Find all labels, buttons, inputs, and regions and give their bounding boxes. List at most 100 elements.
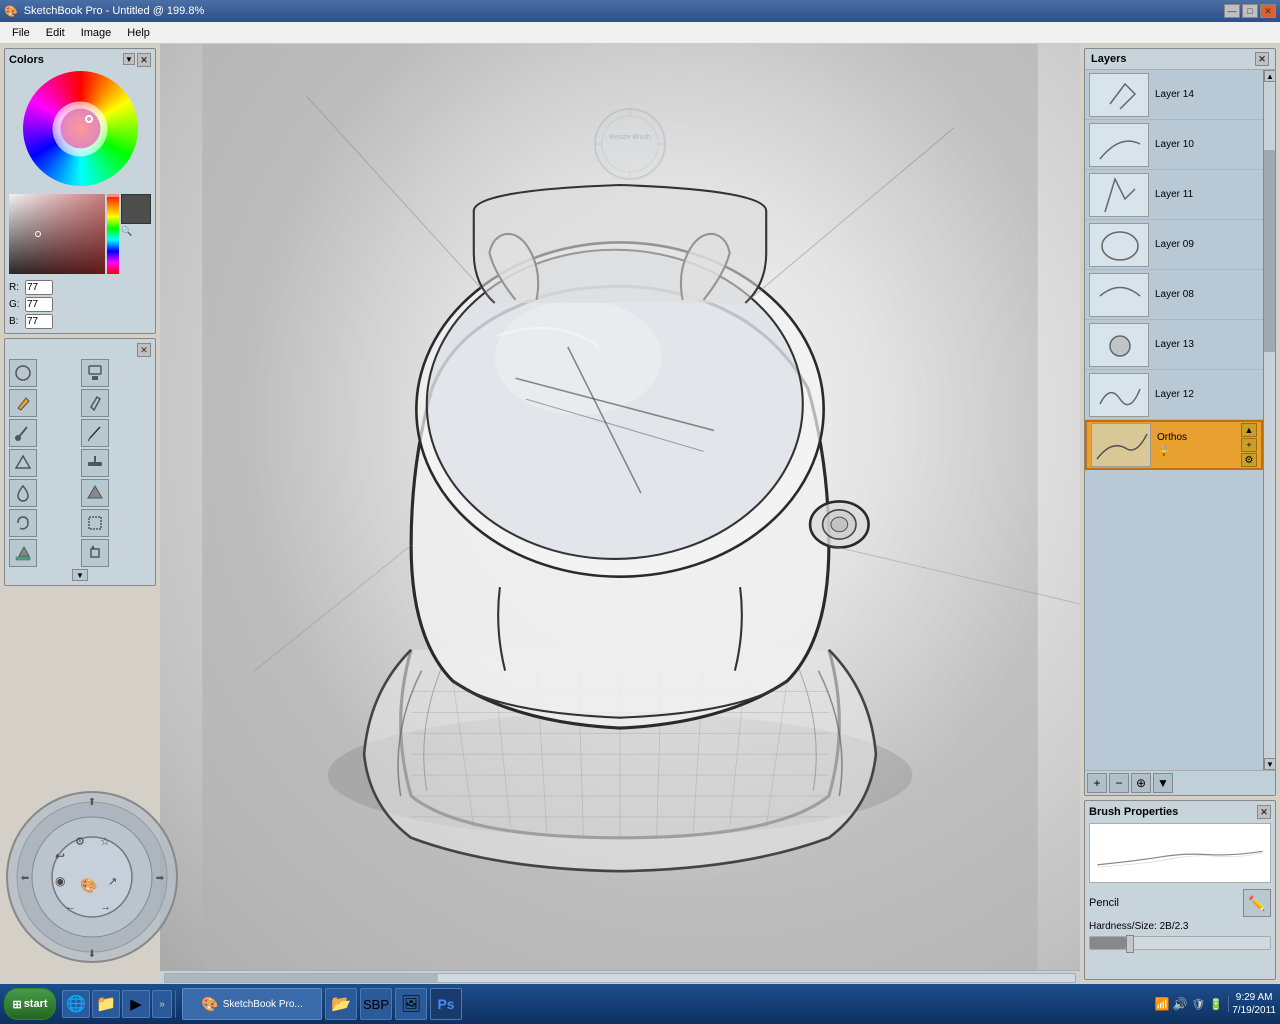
layer-item-10[interactable]: Layer 10 [1085,120,1263,170]
navigation-wheel[interactable]: ⬆ ➡ ⬇ ⬅ ↩ ⚙ ☆ ◉ 🎨 ↗ ← → [0,785,185,970]
horizontal-scrollbar[interactable] [160,970,1080,984]
canvas-area[interactable]: Resize Brush [160,44,1080,984]
tray-security-icon: 🛡 [1190,996,1206,1012]
scroll-track-h[interactable] [164,973,1076,983]
taskbar-photos-button[interactable]: 🖼 [395,988,427,1020]
taskbar-media-icon[interactable]: ▶ [122,990,150,1018]
brush-slider-handle[interactable] [1126,935,1134,953]
scroll-up-button[interactable]: ▲ [1264,70,1275,82]
layer-up-button[interactable]: ▲ [1241,423,1257,437]
layer-thumb-13 [1089,323,1149,367]
layer-item-orthos[interactable]: Orthos 🔒 ▲ + ⚙ [1085,420,1263,470]
taskbar-explorer-button[interactable]: 📂 [325,988,357,1020]
window-title: SketchBook Pro - Untitled @ 199.8% [24,5,205,17]
menu-file[interactable]: File [4,25,38,41]
layer-item-13[interactable]: Layer 13 [1085,320,1263,370]
brush-icon[interactable]: ✏️ [1243,889,1271,917]
tool-ellipse-select[interactable] [9,359,37,387]
colors-close-button[interactable]: ✕ [137,53,151,67]
app-icon: 🎨 [4,5,18,18]
tool-lasso[interactable] [9,509,37,537]
taskbar-ie-icon[interactable]: 🌐 [62,990,90,1018]
brush-size-slider[interactable] [1089,936,1271,950]
layers-title: Layers [1091,53,1126,65]
tools-panel: ✕ [4,338,156,586]
svg-text:←: ← [65,901,76,913]
layers-scrollbar[interactable]: ▲ ▼ [1263,70,1275,770]
g-input[interactable] [25,297,53,312]
tool-pencil[interactable] [9,389,37,417]
layers-panel: Layers ✕ Layer 14 [1084,48,1276,796]
shade-selector: 🔍 [9,190,151,274]
brush-name-label: Pencil [1089,897,1119,909]
menu-image[interactable]: Image [73,25,120,41]
scroll-track[interactable] [1264,82,1275,758]
svg-text:⬅: ⬅ [21,873,29,884]
taskbar-ps-button[interactable]: Ps [430,988,462,1020]
r-input[interactable] [25,280,53,295]
tool-ink-brush[interactable] [81,419,109,447]
b-input[interactable] [25,314,53,329]
tool-fill[interactable] [9,539,37,567]
layer-merge-button[interactable]: ⊕ [1131,773,1151,793]
tool-wide-brush[interactable] [81,449,109,477]
start-label: start [24,998,48,1010]
menu-help[interactable]: Help [119,25,158,41]
layer-down-button[interactable]: + [1241,438,1257,452]
tool-marker[interactable] [81,389,109,417]
layer-name-orthos: Orthos [1157,432,1187,443]
colors-title: Colors [9,54,44,66]
taskbar-sketchbook-button[interactable]: 🎨 SketchBook Pro... [182,988,322,1020]
hue-bar[interactable] [107,194,119,274]
tools-scroll-down[interactable]: ▼ [72,569,88,581]
svg-text:⬇: ⬇ [88,949,96,960]
maximize-button[interactable]: □ [1242,4,1258,18]
layers-close-button[interactable]: ✕ [1255,52,1269,66]
tool-transform[interactable] [81,539,109,567]
start-icon: ⊞ [12,998,21,1011]
scroll-down-button[interactable]: ▼ [1264,758,1275,770]
system-clock: 9:29 AM 7/19/2011 [1232,991,1276,1017]
layers-footer: + − ⊕ ▼ [1085,770,1275,795]
layer-item-09[interactable]: Layer 09 [1085,220,1263,270]
taskbar-sbp-button[interactable]: SBP [360,988,392,1020]
tools-close-button[interactable]: ✕ [137,343,151,357]
sketch-drawing[interactable] [160,44,1080,984]
tool-smudge[interactable] [81,479,109,507]
layer-name-13: Layer 13 [1155,339,1194,350]
layer-item-12[interactable]: Layer 12 [1085,370,1263,420]
color-wheel[interactable] [23,71,138,186]
layer-item-14[interactable]: Layer 14 [1085,70,1263,120]
layer-settings-button[interactable]: ⚙ [1241,453,1257,467]
layer-item-08[interactable]: Layer 08 [1085,270,1263,320]
colors-panel: Colors ▼ ✕ [4,48,156,334]
sketchbook-taskbar-label: SketchBook Pro... [223,999,303,1010]
clock-date: 7/19/2011 [1232,1004,1276,1017]
colors-collapse-button[interactable]: ▼ [123,53,135,65]
tool-stamp[interactable] [81,359,109,387]
tool-rect-select[interactable] [81,509,109,537]
layer-name-08: Layer 08 [1155,289,1194,300]
layer-name-09: Layer 09 [1155,239,1194,250]
rgb-sliders: R: G: B: [9,280,151,329]
minimize-button[interactable]: — [1224,4,1240,18]
close-button[interactable]: ✕ [1260,4,1276,18]
brush-close-button[interactable]: ✕ [1257,805,1271,819]
taskbar-folder-icon[interactable]: 📁 [92,990,120,1018]
layer-item-11[interactable]: Layer 11 [1085,170,1263,220]
layer-name-12: Layer 12 [1155,389,1194,400]
layer-options-button[interactable]: ▼ [1153,773,1173,793]
color-swatch[interactable] [121,194,151,224]
svg-text:⚙: ⚙ [75,836,85,848]
menu-edit[interactable]: Edit [38,25,73,41]
tool-watercolor[interactable] [9,479,37,507]
layer-delete-button[interactable]: − [1109,773,1129,793]
start-button[interactable]: ⊞ start [4,988,56,1020]
layer-add-button[interactable]: + [1087,773,1107,793]
eyedropper-icon[interactable]: 🔍 [121,226,151,237]
taskbar-more-icon[interactable]: » [152,990,172,1018]
shade-gradient[interactable] [9,194,105,274]
tool-brush[interactable] [9,419,37,447]
tray-volume-icon: 🔊 [1172,996,1188,1012]
tool-triangle-brush[interactable] [9,449,37,477]
